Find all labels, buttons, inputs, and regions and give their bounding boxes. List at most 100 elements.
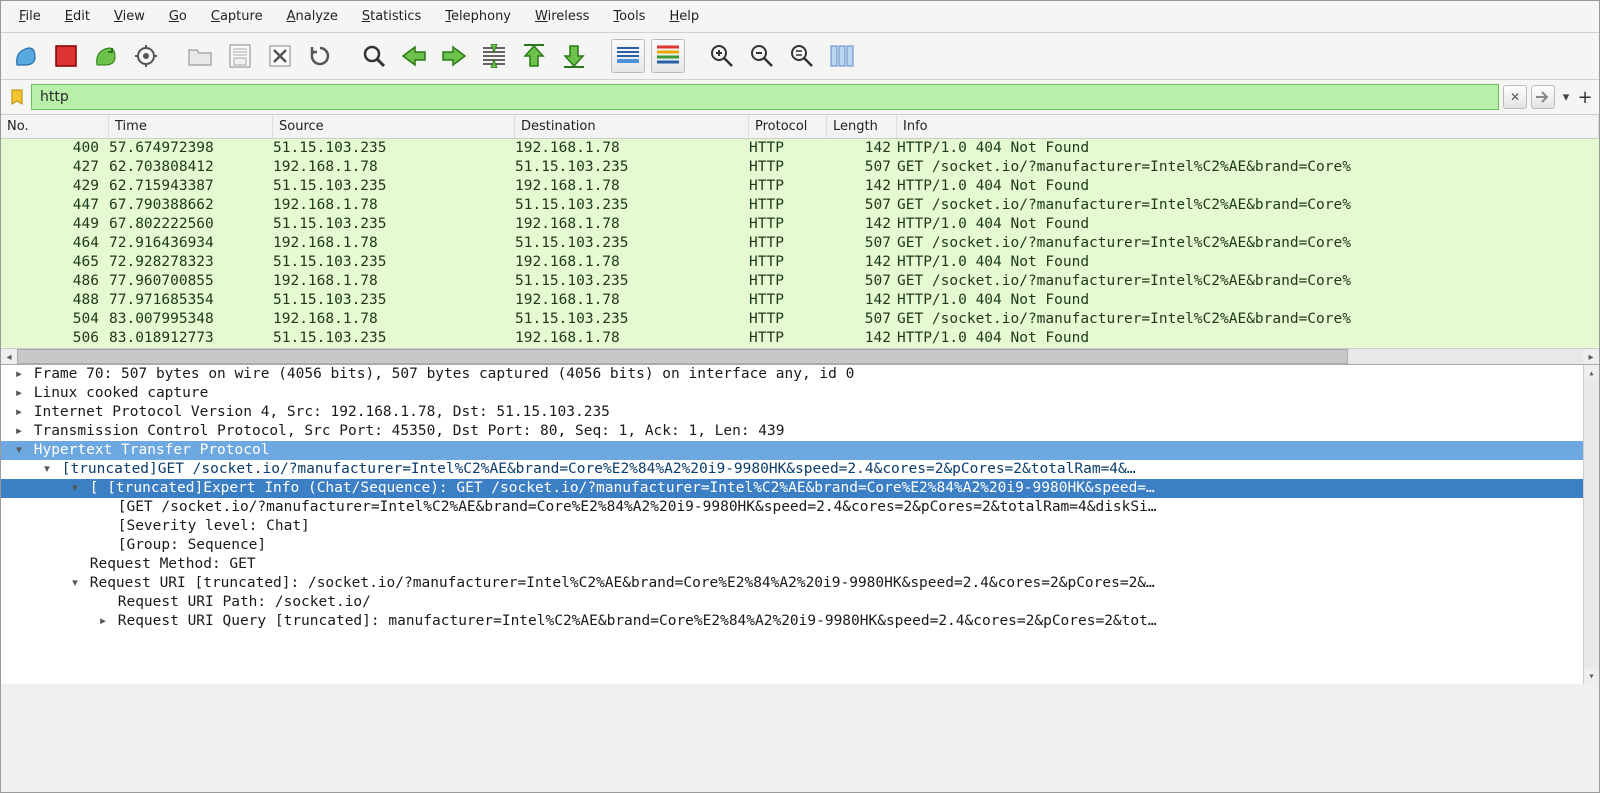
display-filter-bar: ✕ ▾ + [1,80,1599,115]
details-vscroll[interactable]: ▴ ▾ [1583,365,1599,684]
filter-clear-button[interactable]: ✕ [1503,85,1527,109]
hscroll-thumb[interactable] [17,349,1348,364]
detail-tree-item[interactable]: [GET /socket.io/?manufacturer=Intel%C2%A… [1,498,1599,517]
resize-columns-icon[interactable] [825,39,859,73]
detail-tree-item[interactable]: Hypertext Transfer Protocol [1,441,1599,460]
colorize-icon[interactable] [651,39,685,73]
goto-packet-icon[interactable] [477,39,511,73]
menu-capture[interactable]: Capture [201,5,273,28]
detail-text: Frame 70: 507 bytes on wire (4056 bits),… [34,366,855,382]
menu-go[interactable]: Go [159,5,197,28]
expand-toggle-icon[interactable] [13,441,25,460]
detail-tree-item[interactable]: [truncated]GET /socket.io/?manufacturer=… [1,460,1599,479]
open-file-icon[interactable] [183,39,217,73]
column-header-source[interactable]: Source [273,115,515,138]
table-row[interactable]: 44967.80222256051.15.103.235192.168.1.78… [1,215,1599,234]
detail-text: Linux cooked capture [34,385,209,401]
zoom-in-icon[interactable] [705,39,739,73]
detail-tree-item[interactable]: Transmission Control Protocol, Src Port:… [1,422,1599,441]
detail-tree-item[interactable]: Request URI Path: /socket.io/ [1,593,1599,612]
table-row[interactable]: 42762.703808412192.168.1.7851.15.103.235… [1,158,1599,177]
detail-tree-item[interactable]: Request URI [truncated]: /socket.io/?man… [1,574,1599,593]
restart-capture-icon[interactable] [89,39,123,73]
start-capture-icon[interactable] [9,39,43,73]
expand-toggle-icon[interactable] [41,460,53,479]
menu-file[interactable]: File [9,5,51,28]
table-row[interactable]: 40057.67497239851.15.103.235192.168.1.78… [1,139,1599,158]
detail-text: [truncated]GET /socket.io/?manufacturer=… [62,461,1136,477]
main-toolbar [1,33,1599,80]
table-row[interactable]: 48677.960700855192.168.1.7851.15.103.235… [1,272,1599,291]
table-row[interactable]: 46572.92827832351.15.103.235192.168.1.78… [1,253,1599,272]
filter-history-dropdown[interactable]: ▾ [1559,90,1573,105]
detail-text: [GET /socket.io/?manufacturer=Intel%C2%A… [118,499,1157,515]
expand-toggle-icon[interactable] [69,574,81,593]
table-row[interactable]: 48877.97168535451.15.103.235192.168.1.78… [1,291,1599,310]
scroll-right-icon[interactable]: ▸ [1583,349,1599,365]
expand-toggle-icon[interactable] [69,479,81,498]
filter-apply-button[interactable] [1531,85,1555,109]
menu-help[interactable]: Help [659,5,709,28]
detail-tree-item[interactable]: [Severity level: Chat] [1,517,1599,536]
last-packet-icon[interactable] [557,39,591,73]
detail-text: Request URI [truncated]: /socket.io/?man… [90,575,1155,591]
expand-toggle-icon[interactable] [13,422,25,441]
go-forward-icon[interactable] [437,39,471,73]
column-header-info[interactable]: Info [897,115,1599,138]
save-file-icon[interactable] [223,39,257,73]
packet-list-body[interactable]: 40057.67497239851.15.103.235192.168.1.78… [1,139,1599,348]
detail-tree-item[interactable]: Request Method: GET [1,555,1599,574]
expand-toggle-icon[interactable] [13,403,25,422]
menu-edit[interactable]: Edit [55,5,100,28]
detail-tree-item[interactable]: [ [truncated]Expert Info (Chat/Sequence)… [1,479,1599,498]
filter-add-button[interactable]: + [1577,87,1593,108]
menu-analyze[interactable]: Analyze [277,5,348,28]
packet-list-header[interactable]: No. Time Source Destination Protocol Len… [1,115,1599,139]
reload-file-icon[interactable] [303,39,337,73]
scroll-up-icon[interactable]: ▴ [1584,365,1599,381]
table-row[interactable]: 46472.916436934192.168.1.7851.15.103.235… [1,234,1599,253]
go-back-icon[interactable] [397,39,431,73]
column-header-protocol[interactable]: Protocol [749,115,827,138]
column-header-length[interactable]: Length [827,115,897,138]
scroll-left-icon[interactable]: ◂ [1,349,17,365]
detail-tree-item[interactable]: Internet Protocol Version 4, Src: 192.16… [1,403,1599,422]
packet-list-vscroll[interactable] [1583,115,1599,139]
capture-options-icon[interactable] [129,39,163,73]
close-file-icon[interactable] [263,39,297,73]
packet-details-pane[interactable]: Frame 70: 507 bytes on wire (4056 bits),… [1,364,1599,684]
scroll-down-icon[interactable]: ▾ [1584,668,1599,684]
column-header-time[interactable]: Time [109,115,273,138]
menu-telephony[interactable]: Telephony [435,5,521,28]
filter-bookmark-icon[interactable] [7,87,27,107]
menu-tools[interactable]: Tools [603,5,655,28]
display-filter-input[interactable] [31,84,1499,110]
find-packet-icon[interactable] [357,39,391,73]
menu-view[interactable]: View [104,5,155,28]
table-row[interactable]: 44767.790388662192.168.1.7851.15.103.235… [1,196,1599,215]
stop-capture-icon[interactable] [49,39,83,73]
expand-toggle-icon[interactable] [13,384,25,403]
menu-wireless[interactable]: Wireless [525,5,599,28]
menubar: FileEditViewGoCaptureAnalyzeStatisticsTe… [1,1,1599,33]
packet-list-hscroll[interactable]: ◂ ▸ [1,348,1599,364]
first-packet-icon[interactable] [517,39,551,73]
zoom-out-icon[interactable] [745,39,779,73]
detail-tree-item[interactable]: Frame 70: 507 bytes on wire (4056 bits),… [1,365,1599,384]
column-header-no[interactable]: No. [1,115,109,138]
detail-text: Transmission Control Protocol, Src Port:… [34,423,785,439]
column-header-destination[interactable]: Destination [515,115,749,138]
detail-text: Request URI Path: /socket.io/ [118,594,371,610]
zoom-reset-icon[interactable] [785,39,819,73]
table-row[interactable]: 42962.71594338751.15.103.235192.168.1.78… [1,177,1599,196]
detail-tree-item[interactable]: Linux cooked capture [1,384,1599,403]
detail-tree-item[interactable]: [Group: Sequence] [1,536,1599,555]
detail-tree-item[interactable]: Request URI Query [truncated]: manufactu… [1,612,1599,631]
expand-toggle-icon[interactable] [97,612,109,631]
auto-scroll-icon[interactable] [611,39,645,73]
table-row[interactable]: 50483.007995348192.168.1.7851.15.103.235… [1,310,1599,329]
menu-statistics[interactable]: Statistics [352,5,431,28]
expand-toggle-icon[interactable] [13,365,25,384]
table-row[interactable]: 50683.01891277351.15.103.235192.168.1.78… [1,329,1599,348]
detail-text: Internet Protocol Version 4, Src: 192.16… [34,404,610,420]
